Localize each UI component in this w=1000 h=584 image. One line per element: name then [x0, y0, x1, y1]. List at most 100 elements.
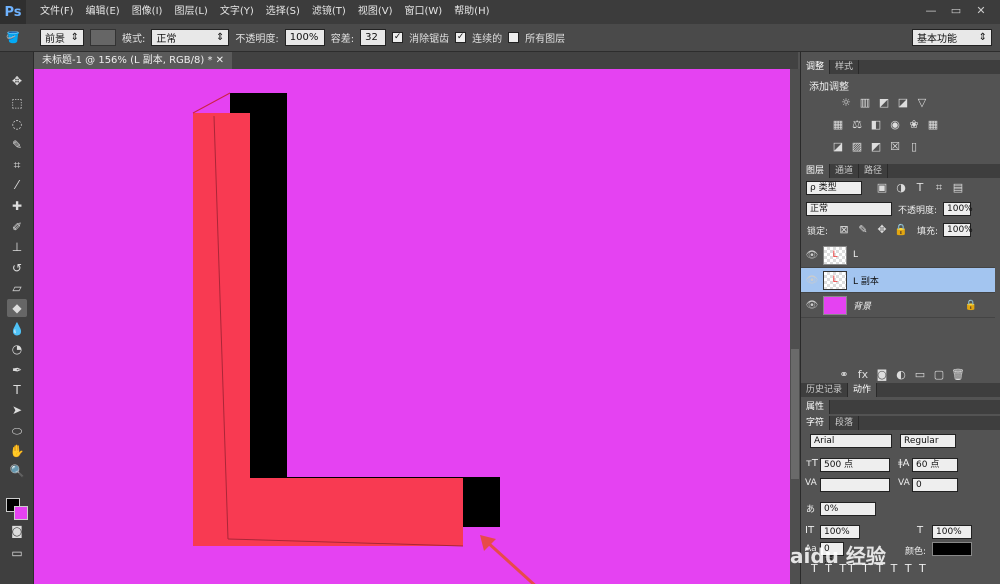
tab-actions[interactable]: 动作 — [848, 383, 878, 397]
history-brush-icon[interactable]: ↺ — [7, 259, 27, 277]
lock-pixels-icon[interactable]: ⊠ — [837, 223, 851, 236]
mode-select[interactable]: 正常 ⇕ — [151, 29, 230, 46]
group-icon[interactable]: ▭ — [913, 368, 927, 381]
visibility-eye-icon[interactable]: 👁 — [801, 250, 823, 261]
fill-input[interactable]: 100% — [943, 223, 973, 237]
menu-file[interactable]: 文件(F) — [34, 0, 80, 24]
layer-opacity-input[interactable]: 100% — [943, 202, 973, 216]
photo-filter-icon[interactable]: ◉ — [888, 118, 902, 131]
screen-mode-icon[interactable]: ▭ — [7, 544, 27, 562]
minimize-icon[interactable]: — — [920, 3, 942, 19]
eraser-icon[interactable]: ▱ — [7, 279, 27, 297]
tab-channels[interactable]: 通道 — [830, 164, 860, 178]
mask-icon[interactable]: ◙ — [875, 368, 889, 381]
visibility-eye-icon[interactable]: 👁 — [801, 275, 823, 286]
text-color-swatch[interactable] — [932, 542, 972, 556]
menu-select[interactable]: 选择(S) — [260, 0, 306, 24]
eyedropper-icon[interactable]: ⁄ — [7, 176, 27, 194]
filter-type-icon[interactable]: T — [913, 181, 927, 194]
menu-edit[interactable]: 编辑(E) — [80, 0, 126, 24]
antialias-checkbox[interactable]: ✓ — [392, 32, 404, 43]
tab-properties[interactable]: 属性 — [801, 400, 831, 414]
zoom-tool-icon[interactable]: 🔍 — [7, 462, 27, 480]
menu-help[interactable]: 帮助(H) — [448, 0, 495, 24]
canvas-vertical-scrollbar[interactable] — [790, 69, 800, 584]
brightness-icon[interactable]: ☼ — [839, 96, 853, 109]
close-tab-icon[interactable]: ✕ — [216, 55, 224, 66]
path-select-icon[interactable]: ➤ — [7, 401, 27, 419]
fill-source-select[interactable]: 前景 ⇕ — [40, 29, 84, 46]
type-tool-icon[interactable]: T — [7, 381, 27, 399]
quick-mask-icon[interactable]: ◙ — [7, 522, 27, 540]
vertical-scale-input[interactable]: 100% — [820, 525, 860, 539]
mixer-icon[interactable]: ❀ — [907, 118, 921, 131]
tab-history[interactable]: 历史记录 — [801, 383, 849, 397]
pen-tool-icon[interactable]: ✒ — [7, 361, 27, 379]
contiguous-checkbox[interactable]: ✓ — [455, 32, 467, 43]
levels-icon[interactable]: ▥ — [858, 96, 872, 109]
font-style-select[interactable]: Regular — [900, 434, 956, 448]
menu-filter[interactable]: 滤镜(T) — [306, 0, 352, 24]
ellipse-tool-icon[interactable]: ⬭ — [7, 422, 27, 440]
bw-icon[interactable]: ◧ — [869, 118, 883, 131]
scrollbar-thumb[interactable] — [791, 349, 799, 479]
filter-shape-icon[interactable]: ⌗ — [932, 181, 946, 194]
trash-icon[interactable]: 🗑 — [951, 368, 965, 381]
menu-view[interactable]: 视图(V) — [352, 0, 399, 24]
brush-tool-icon[interactable]: ✐ — [7, 218, 27, 236]
healing-brush-icon[interactable]: ✚ — [7, 197, 27, 215]
filter-adjust-icon[interactable]: ◑ — [894, 181, 908, 194]
close-icon[interactable]: ✕ — [970, 3, 992, 19]
blur-tool-icon[interactable]: 💧 — [7, 320, 27, 338]
selective-color-icon[interactable]: ☒ — [888, 140, 902, 153]
kerning-input[interactable] — [820, 478, 890, 492]
layer-row[interactable]: 👁 L L — [801, 243, 995, 268]
balance-icon[interactable]: ⚖ — [850, 118, 864, 131]
fx-icon[interactable]: fx — [856, 368, 870, 381]
marquee-tool-icon[interactable]: ⬚ — [7, 94, 27, 112]
stamp-tool-icon[interactable]: ⊥ — [7, 238, 27, 256]
tab-paths[interactable]: 路径 — [859, 164, 889, 178]
tab-adjustments[interactable]: 调整 — [801, 60, 831, 74]
move-tool-icon[interactable]: ✥ — [7, 72, 27, 90]
tab-character[interactable]: 字符 — [801, 416, 831, 430]
adjust-layer-icon[interactable]: ◐ — [894, 368, 908, 381]
lock-paint-icon[interactable]: ✎ — [856, 223, 870, 236]
filter-pixel-icon[interactable]: ▣ — [875, 181, 889, 194]
menu-layer[interactable]: 图层(L) — [168, 0, 213, 24]
font-size-input[interactable]: 500 点 — [820, 458, 890, 472]
paint-bucket-tool-icon[interactable]: ◆ — [7, 299, 27, 317]
exposure-icon[interactable]: ◪ — [896, 96, 910, 109]
vibrance-icon[interactable]: ▽ — [915, 96, 929, 109]
dodge-tool-icon[interactable]: ◔ — [7, 340, 27, 358]
leading-input[interactable]: 60 点 — [912, 458, 958, 472]
lasso-tool-icon[interactable]: ◌ — [7, 115, 27, 133]
paint-bucket-icon[interactable]: 🪣 — [6, 31, 20, 44]
lock-all-icon[interactable]: 🔒 — [894, 223, 908, 236]
crop-tool-icon[interactable]: ⌗ — [7, 156, 27, 174]
threshold-icon[interactable]: ◩ — [869, 140, 883, 153]
visibility-eye-icon[interactable]: 👁 — [801, 300, 823, 311]
tracking-input[interactable]: 0 — [912, 478, 958, 492]
font-family-select[interactable]: Arial — [810, 434, 892, 448]
layer-row-selected[interactable]: 👁 L L 副本 — [801, 268, 995, 293]
document-canvas[interactable] — [34, 69, 790, 584]
lock-move-icon[interactable]: ✥ — [875, 223, 889, 236]
pattern-picker[interactable] — [90, 29, 116, 46]
blend-mode-select[interactable]: 正常 — [806, 202, 892, 216]
hand-tool-icon[interactable]: ✋ — [7, 442, 27, 460]
layer-row-background[interactable]: 👁 背景 🔒 — [801, 293, 995, 318]
menu-window[interactable]: 窗口(W) — [398, 0, 448, 24]
hue-icon[interactable]: ▦ — [831, 118, 845, 131]
lookup-icon[interactable]: ▦ — [926, 118, 940, 131]
gradient-map-icon[interactable]: ▯ — [907, 140, 921, 153]
workspace-select[interactable]: 基本功能 ⇕ — [912, 29, 992, 46]
quick-select-icon[interactable]: ✎ — [7, 136, 27, 154]
tsume-input[interactable]: 0% — [820, 502, 876, 516]
document-tab[interactable]: 未标题-1 @ 156% (L 副本, RGB/8) * ✕ — [34, 52, 233, 69]
new-layer-icon[interactable]: ▢ — [932, 368, 946, 381]
all-layers-checkbox[interactable] — [508, 32, 520, 43]
menu-image[interactable]: 图像(I) — [126, 0, 169, 24]
posterize-icon[interactable]: ▨ — [850, 140, 864, 153]
tolerance-input[interactable]: 32 — [360, 29, 387, 46]
